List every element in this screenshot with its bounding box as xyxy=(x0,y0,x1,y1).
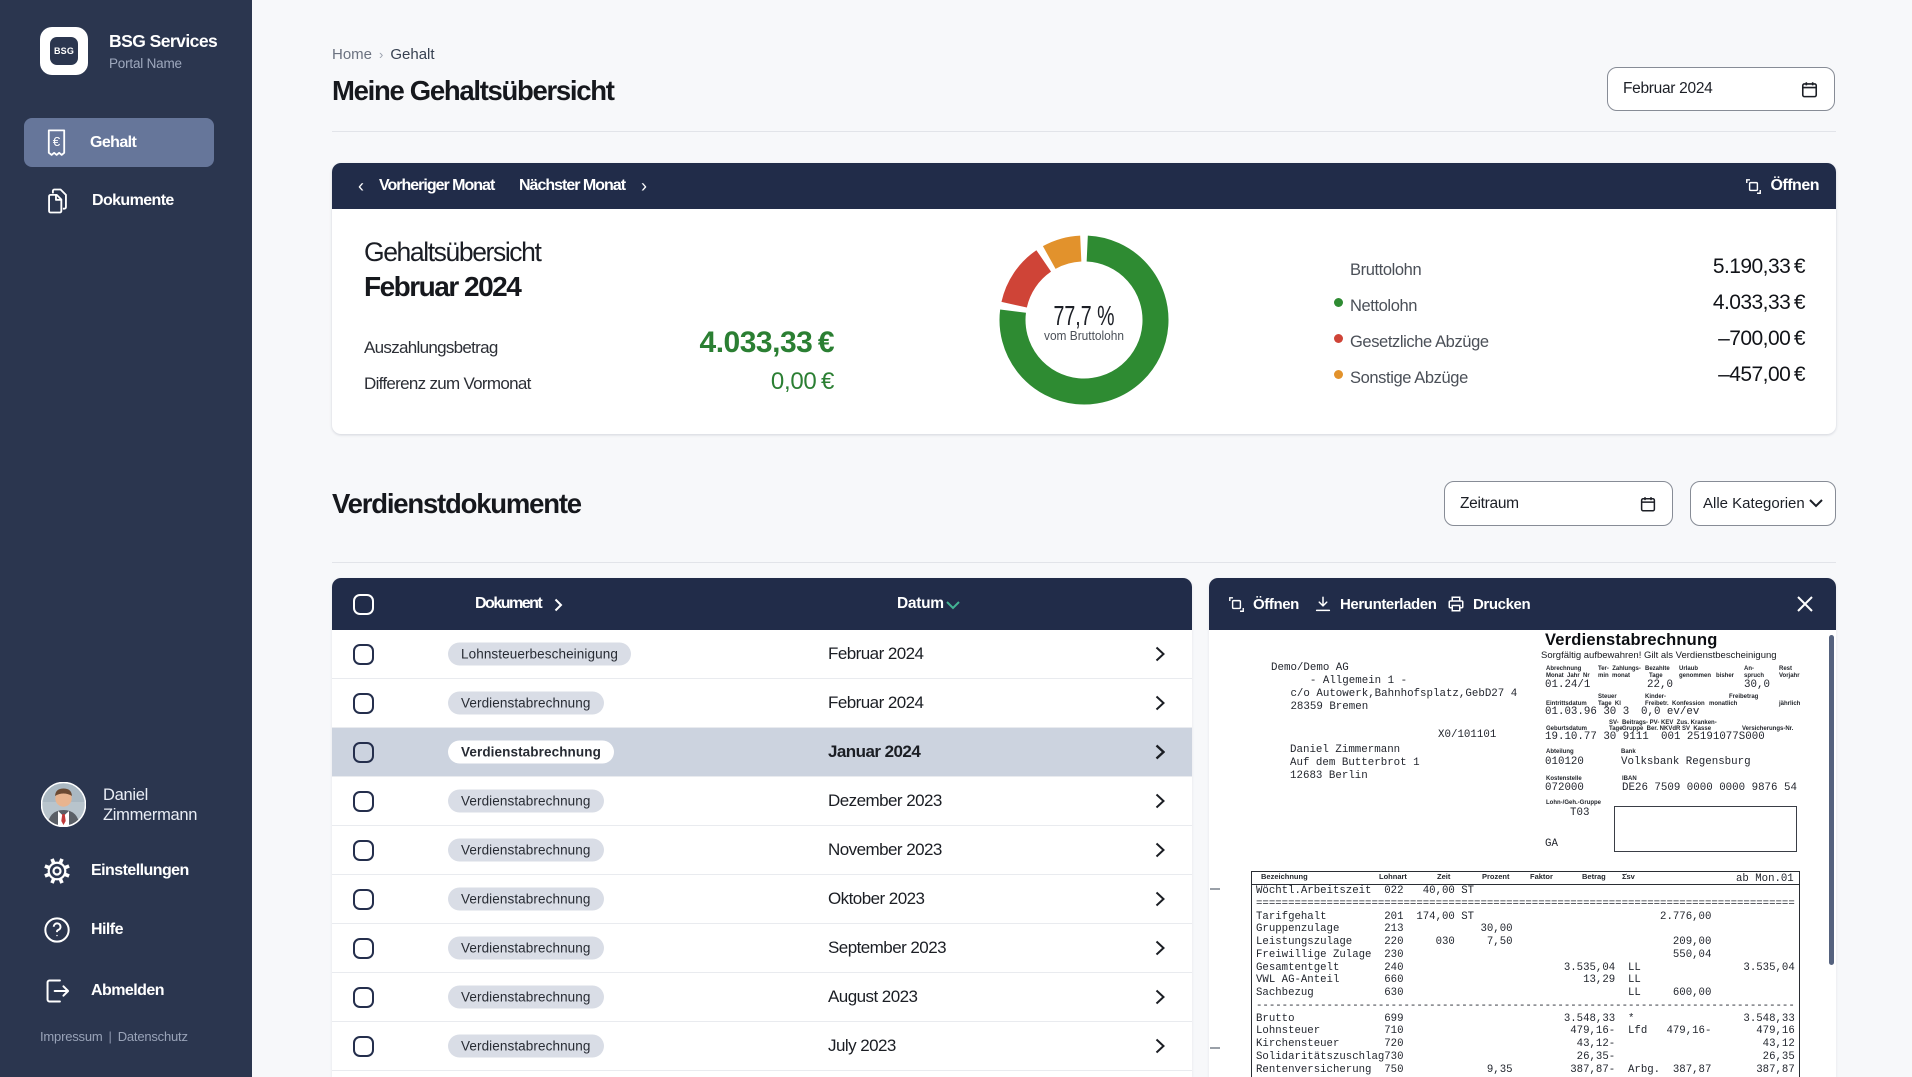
svg-text:vom Bruttolohn: vom Bruttolohn xyxy=(1044,328,1124,343)
svg-text:77,7 %: 77,7 % xyxy=(1054,300,1115,331)
svg-text:€: € xyxy=(53,133,61,148)
